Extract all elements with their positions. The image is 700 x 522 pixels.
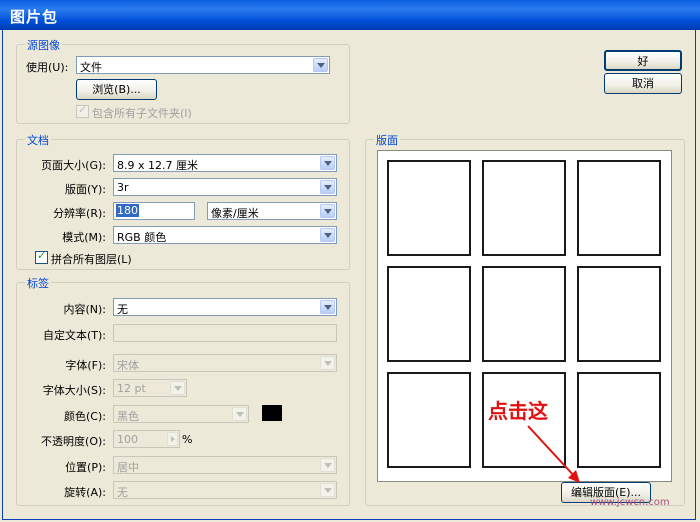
chevron-down-icon[interactable] [170,381,185,395]
font-label: 字体(F): [65,359,106,372]
opacity-value: 100 [117,433,138,446]
font-select[interactable]: 宋体 [113,354,337,372]
include-subfolders-checkbox[interactable]: ✓ [76,103,89,118]
use-select-value: 文件 [80,61,102,74]
color-value: 黑色 [117,410,139,423]
rotate-label: 旋转(A): [64,486,106,499]
custom-text-label: 自定文本(T): [42,329,106,342]
chevron-down-icon[interactable] [320,204,335,218]
layout-label: 版面(Y): [64,183,106,196]
color-swatch[interactable] [262,405,282,421]
content-select[interactable]: 无 [113,298,337,316]
watermark-text: www.jcwcn.com [590,497,670,508]
rotate-value: 无 [117,486,128,499]
content-value: 无 [117,303,128,316]
page-size-select[interactable]: 8.9 x 12.7 厘米 [113,154,337,172]
chevron-down-icon[interactable] [320,483,335,497]
font-value: 宋体 [117,359,139,372]
color-select[interactable]: 黑色 [113,405,249,423]
layout-cell [577,160,661,256]
chevron-down-icon[interactable] [320,228,335,242]
chevron-down-icon[interactable] [232,407,247,421]
annotation-arrow-icon [527,425,580,483]
mode-select[interactable]: RGB 颜色 [113,226,337,244]
chevron-down-icon[interactable] [320,300,335,314]
opacity-unit: % [182,433,193,446]
layout-cell [482,160,566,256]
font-size-select[interactable]: 12 pt [113,379,187,397]
custom-text-input[interactable] [113,324,337,342]
page-size-value: 8.9 x 12.7 厘米 [117,159,198,172]
chevron-down-icon[interactable] [320,458,335,472]
use-label: 使用(U): [26,61,69,74]
mode-label: 模式(M): [62,231,106,244]
chevron-down-icon[interactable] [320,156,335,170]
ok-button[interactable]: 好 [604,50,682,71]
opacity-input[interactable]: 100 [113,430,180,448]
font-size-value: 12 pt [117,382,146,395]
checkmark-icon: ✓ [37,249,47,262]
resolution-input[interactable]: 180 [113,202,195,220]
document-legend: 文档 [25,132,51,148]
font-size-label: 字体大小(S): [42,384,106,397]
browse-button[interactable]: 浏览(B)... [76,79,157,100]
position-label: 位置(P): [65,461,106,474]
flatten-layers-label: 拼合所有图层(L) [51,253,132,266]
layout-cell [577,266,661,362]
cancel-button[interactable]: 取消 [604,73,682,94]
resolution-value: 180 [116,204,139,217]
chevron-down-icon[interactable] [320,180,335,194]
source-image-legend: 源图像 [25,37,62,53]
layout-cell [387,160,471,256]
page-size-label: 页面大小(G): [41,159,106,172]
opacity-label: 不透明度(O): [41,435,106,448]
color-label: 颜色(C): [64,410,106,423]
chevron-down-icon[interactable] [313,58,328,72]
label-legend: 标签 [25,275,51,291]
layout-cell [482,266,566,362]
layout-preview-legend: 版面 [374,132,400,148]
chevron-right-icon[interactable] [167,432,178,446]
checkmark-icon: ✓ [78,103,88,116]
use-select[interactable]: 文件 [76,56,330,74]
mode-value: RGB 颜色 [117,231,167,244]
flatten-layers-checkbox[interactable]: ✓ [35,249,48,264]
layout-value: 3r [117,181,129,194]
position-select[interactable]: 居中 [113,456,337,474]
resolution-label: 分辨率(R): [53,207,106,220]
layout-cell [387,266,471,362]
include-subfolders-label: 包含所有子文件夹(I) [92,107,192,120]
resolution-unit-value: 像素/厘米 [211,207,259,220]
layout-cell [387,372,471,468]
chevron-down-icon[interactable] [320,356,335,370]
position-value: 居中 [117,461,139,474]
rotate-select[interactable]: 无 [113,481,337,499]
layout-select[interactable]: 3r [113,178,337,196]
title-bar: 图片包 [0,0,700,30]
content-label: 内容(N): [63,303,106,316]
window-title: 图片包 [10,8,59,26]
resolution-unit-select[interactable]: 像素/厘米 [207,202,337,220]
